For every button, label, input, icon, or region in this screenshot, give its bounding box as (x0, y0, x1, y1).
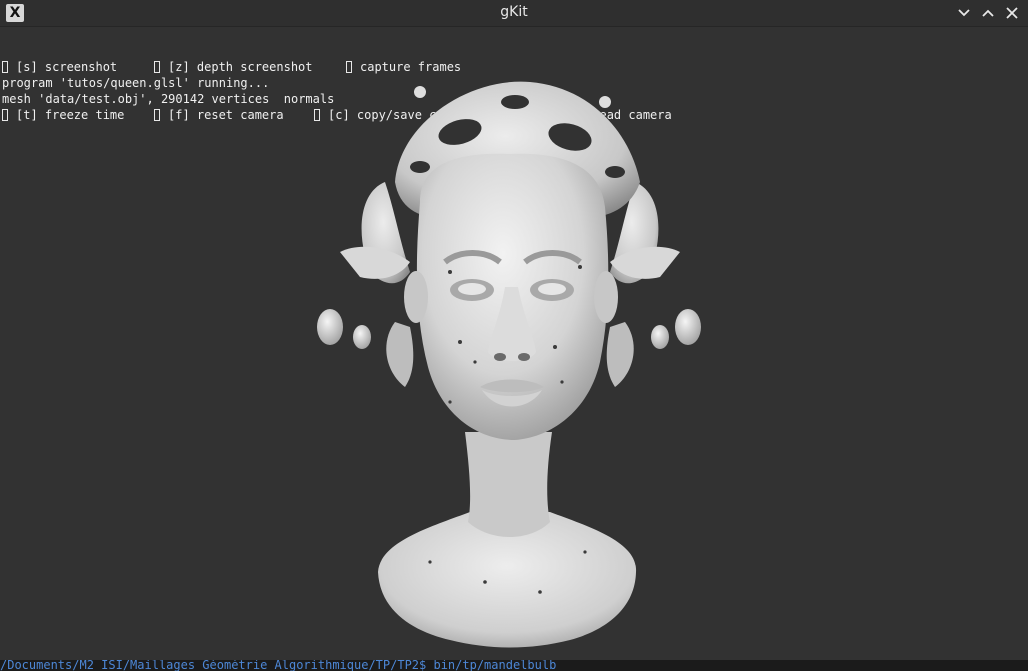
chevron-up-icon (982, 9, 994, 17)
option-checkbox[interactable] (154, 61, 160, 73)
chevron-down-icon (958, 9, 970, 17)
option-checkbox[interactable] (2, 109, 8, 121)
option-label: [t] freeze time (16, 108, 125, 122)
option-label: [z] depth screenshot (168, 60, 313, 74)
close-button[interactable] (1003, 4, 1021, 22)
terminal-prompt: /Documents/M2 ISI/Maillages Géométrie Al… (0, 660, 557, 671)
minimize-button[interactable] (955, 4, 973, 22)
option-label: [s] screenshot (16, 60, 118, 74)
option-label: [f] reset camera (168, 108, 284, 122)
hud-row-2: [t] freeze time [f] reset camera [c] cop… (2, 107, 672, 123)
rendered-bust-mesh (317, 81, 701, 648)
window-title: gKit (500, 4, 528, 20)
hud-row-1: [s] screenshot [z] depth screenshot capt… (2, 59, 461, 75)
option-checkbox[interactable] (2, 61, 8, 73)
close-icon (1006, 7, 1018, 19)
background-terminal: /Documents/M2 ISI/Maillages Géométrie Al… (0, 660, 1028, 671)
title-bar[interactable]: X gKit (0, 0, 1028, 27)
render-canvas[interactable]: [s] screenshot [z] depth screenshot capt… (0, 27, 1028, 660)
status-mesh: mesh 'data/test.obj', 290142 vertices no… (2, 92, 335, 106)
option-freeze-time[interactable]: [t] freeze time (2, 107, 124, 123)
maximize-button[interactable] (979, 4, 997, 22)
option-depth-screenshot[interactable]: [z] depth screenshot (154, 59, 313, 75)
option-checkbox[interactable] (154, 109, 160, 121)
option-reset-camera[interactable]: [f] reset camera (154, 107, 284, 123)
status-program: program 'tutos/queen.glsl' running... (2, 76, 270, 90)
option-screenshot[interactable]: [s] screenshot (2, 59, 117, 75)
